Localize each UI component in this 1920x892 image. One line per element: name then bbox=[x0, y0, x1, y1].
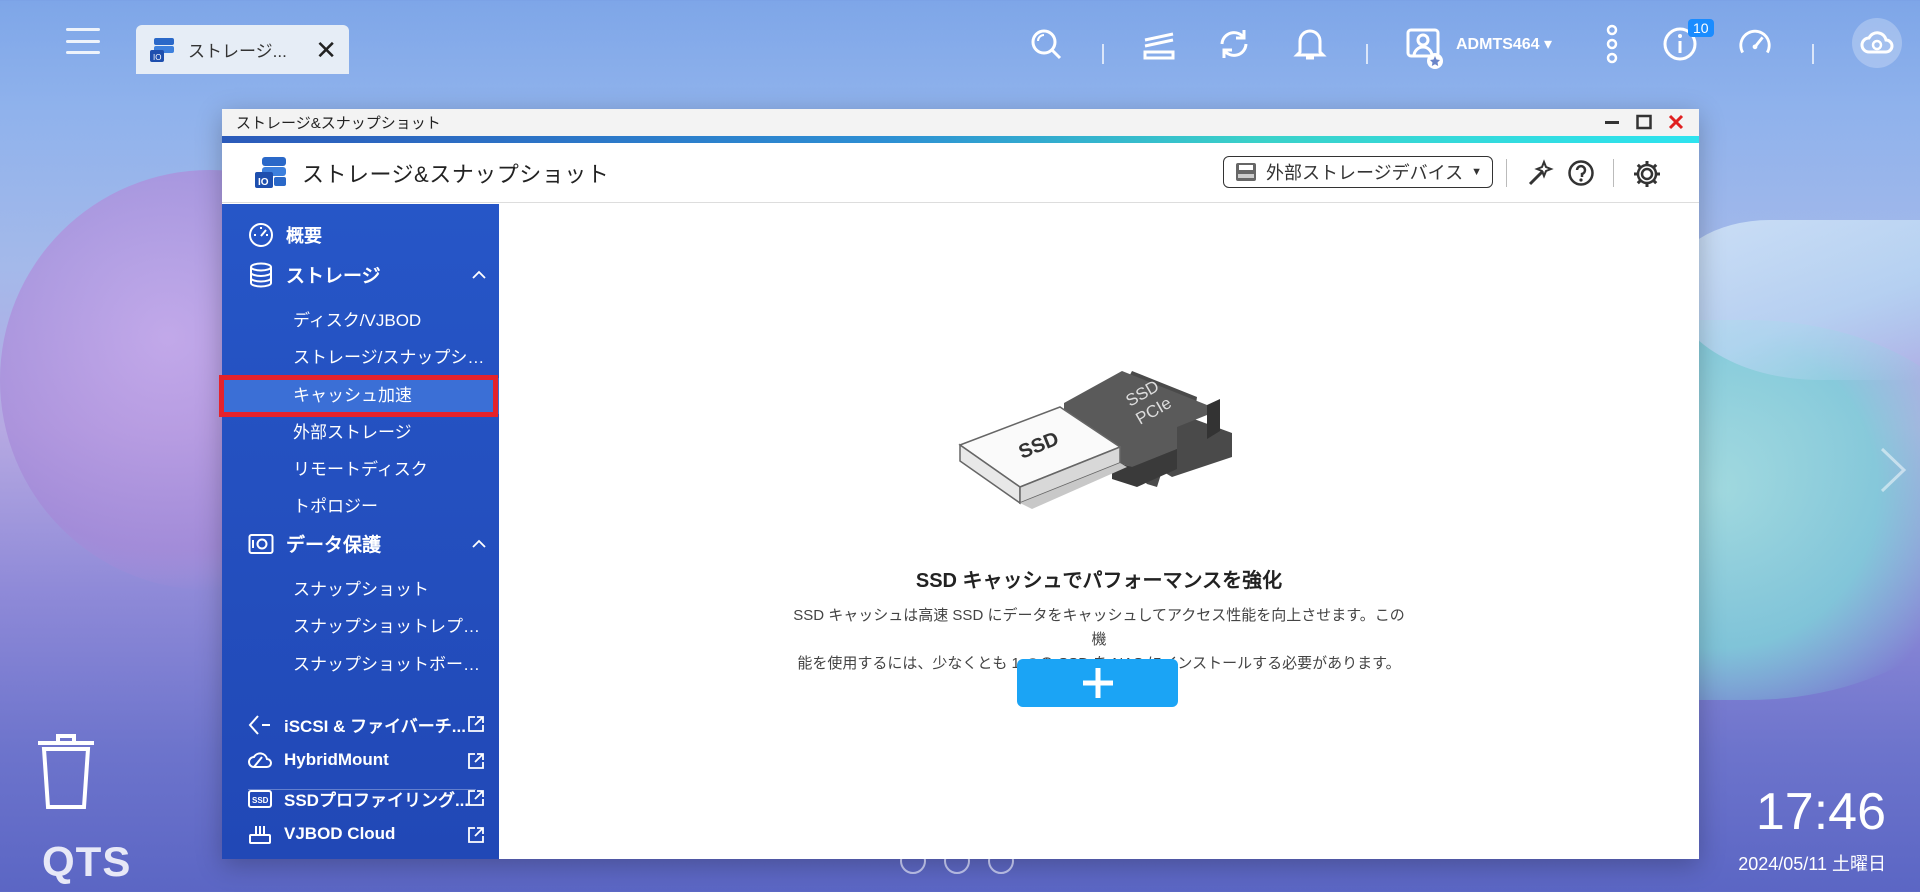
sidebar-link-label: VJBOD Cloud bbox=[284, 824, 396, 843]
sidebar-item-label: ストレージ bbox=[286, 266, 381, 287]
qts-logo: QTS bbox=[42, 838, 132, 885]
window-titlebar[interactable]: ストレージ&スナップショット bbox=[222, 109, 1699, 136]
taskbar: IO ストレージ... ✕ ADMTS464 ▾ 10 bbox=[0, 0, 1920, 76]
camera-safe-icon bbox=[248, 533, 274, 554]
external-storage-device-select[interactable]: 外部ストレージデバイス ▼ bbox=[1223, 156, 1493, 188]
sidebar-link-vjbod-cloud[interactable]: VJBOD Cloud bbox=[248, 823, 474, 845]
ssd-icon: SSD bbox=[248, 789, 272, 808]
background-tasks-icon[interactable] bbox=[1141, 26, 1177, 62]
sidebar-item-topology[interactable]: トポロジー bbox=[293, 492, 489, 517]
dock-icon[interactable] bbox=[944, 848, 970, 874]
raid-device-icon bbox=[1236, 163, 1256, 181]
main-menu-button[interactable] bbox=[66, 24, 100, 58]
database-icon bbox=[250, 262, 272, 287]
sidebar-nav: 概要 ストレージ ディスク/VJBOD ストレージ/スナップショ... キャッシ… bbox=[219, 204, 499, 859]
sync-icon[interactable] bbox=[1216, 26, 1252, 62]
sidebar-link-label: SSDプロファイリング... bbox=[284, 791, 470, 810]
tab-label: ストレージ... bbox=[188, 42, 287, 61]
trash-icon[interactable] bbox=[34, 733, 98, 816]
header-divider bbox=[1506, 159, 1507, 187]
notification-bell-icon[interactable] bbox=[1292, 26, 1328, 62]
external-link-icon[interactable] bbox=[467, 752, 485, 770]
app-header: IO ストレージ&スナップショット 外部ストレージデバイス ▼ bbox=[222, 143, 1699, 203]
minimize-icon[interactable] bbox=[1603, 113, 1621, 131]
sidebar-item-storage[interactable]: ストレージ bbox=[248, 261, 381, 288]
plus-icon bbox=[1082, 668, 1113, 698]
sidebar-item-overview[interactable]: 概要 bbox=[248, 222, 322, 248]
svg-text:SSD: SSD bbox=[252, 796, 269, 805]
myqnapcloud-icon[interactable] bbox=[1852, 18, 1902, 68]
notification-badge: 10 bbox=[1688, 19, 1714, 37]
sidebar-item-label: データ保護 bbox=[286, 535, 382, 556]
header-divider bbox=[1613, 159, 1614, 187]
sidebar-link-iscsi[interactable]: iSCSI & ファイバーチ... bbox=[248, 712, 474, 737]
sidebar-item-data-protection[interactable]: データ保護 bbox=[248, 530, 381, 557]
sidebar-item-remote-disk[interactable]: リモートディスク bbox=[293, 455, 489, 480]
gauge-icon bbox=[249, 223, 273, 247]
sidebar-item-label: 概要 bbox=[286, 226, 322, 246]
desktop-date: 2024/05/11 土曜日 bbox=[1738, 854, 1886, 874]
ssd-pcie-illustration: SSD PCIe SSD bbox=[958, 371, 1232, 509]
sidebar-item-snapshot[interactable]: スナップショット bbox=[293, 575, 489, 600]
desktop-clock: 17:46 bbox=[1755, 783, 1886, 841]
gear-icon[interactable] bbox=[1632, 159, 1660, 187]
toolbar-divider bbox=[1812, 44, 1814, 64]
dock-indicators bbox=[900, 848, 1014, 874]
external-link-icon[interactable] bbox=[467, 826, 485, 844]
add-cache-button[interactable] bbox=[1017, 659, 1178, 707]
user-name-menu[interactable]: ADMTS464 ▾ bbox=[1456, 34, 1552, 54]
more-options-icon[interactable] bbox=[1594, 24, 1630, 64]
sidebar-link-label: HybridMount bbox=[284, 750, 389, 769]
sidebar-item-snapshot-vault[interactable]: スナップショットボールト bbox=[293, 650, 489, 675]
window-title: ストレージ&スナップショット bbox=[236, 115, 441, 132]
window-accent-bar bbox=[222, 136, 1699, 143]
chevron-up-icon[interactable] bbox=[472, 537, 486, 551]
search-icon[interactable] bbox=[1028, 26, 1064, 62]
storage-app-icon: IO bbox=[255, 156, 286, 188]
sidebar-item-storage-snapshots[interactable]: ストレージ/スナップショ... bbox=[293, 343, 489, 368]
toolbar-divider bbox=[1102, 44, 1104, 64]
dock-icon[interactable] bbox=[988, 848, 1014, 874]
sidebar-item-cache-acceleration[interactable]: キャッシュ加速 bbox=[222, 378, 499, 414]
maximize-icon[interactable] bbox=[1635, 113, 1653, 131]
user-name-label: ADMTS464 bbox=[1456, 36, 1540, 53]
sidebar-link-hybridmount[interactable]: HybridMount bbox=[248, 749, 474, 771]
sidebar-item-snapshot-replica[interactable]: スナップショットレプリカ bbox=[293, 612, 489, 637]
chevron-up-icon[interactable] bbox=[472, 268, 486, 282]
cache-feature-title: SSD キャッシュでパフォーマンスを強化 bbox=[915, 570, 1283, 592]
main-content: SSD PCIe SSD SSD キャッシュでパフォーマンスを強化 SSD キャ… bbox=[499, 204, 1699, 859]
vjbod-cloud-icon bbox=[249, 826, 271, 844]
description-line: SSD キャッシュは高速 SSD にデータをキャッシュしてアクセス性能を向上させ… bbox=[793, 607, 1405, 648]
chevron-down-icon: ▼ bbox=[1471, 166, 1482, 178]
dock-icon[interactable] bbox=[900, 848, 926, 874]
cloud-mount-icon bbox=[248, 752, 272, 768]
sidebar-item-external-storage[interactable]: 外部ストレージ bbox=[293, 418, 489, 443]
close-tab-icon[interactable]: ✕ bbox=[315, 37, 337, 63]
external-link-icon[interactable] bbox=[467, 789, 485, 807]
storage-snapshots-window: ストレージ&スナップショット IO ストレージ&スナップショット 外部ストレージ… bbox=[219, 109, 1699, 859]
user-avatar-icon[interactable] bbox=[1404, 26, 1444, 70]
storage-app-icon: IO bbox=[150, 37, 174, 62]
chevron-right-icon[interactable] bbox=[1878, 445, 1908, 495]
svg-text:IO: IO bbox=[153, 53, 161, 62]
taskbar-app-tab[interactable]: IO ストレージ... ✕ bbox=[136, 25, 349, 74]
magic-wand-icon[interactable] bbox=[1527, 159, 1555, 187]
external-link-icon[interactable] bbox=[467, 715, 485, 733]
help-icon[interactable] bbox=[1567, 159, 1595, 187]
toolbar-divider bbox=[1366, 44, 1368, 64]
iscsi-icon bbox=[248, 714, 270, 735]
svg-text:IO: IO bbox=[258, 177, 269, 188]
dashboard-gauge-icon[interactable] bbox=[1737, 26, 1773, 62]
sidebar-link-label: iSCSI & ファイバーチ... bbox=[284, 717, 466, 736]
close-icon[interactable] bbox=[1667, 113, 1685, 131]
device-select-label: 外部ストレージデバイス bbox=[1266, 163, 1464, 183]
app-title: ストレージ&スナップショット bbox=[302, 161, 610, 187]
sidebar-link-ssd-profiling[interactable]: SSD SSDプロファイリング... bbox=[248, 786, 474, 811]
sidebar-item-disks-vjbod[interactable]: ディスク/VJBOD bbox=[293, 306, 489, 331]
